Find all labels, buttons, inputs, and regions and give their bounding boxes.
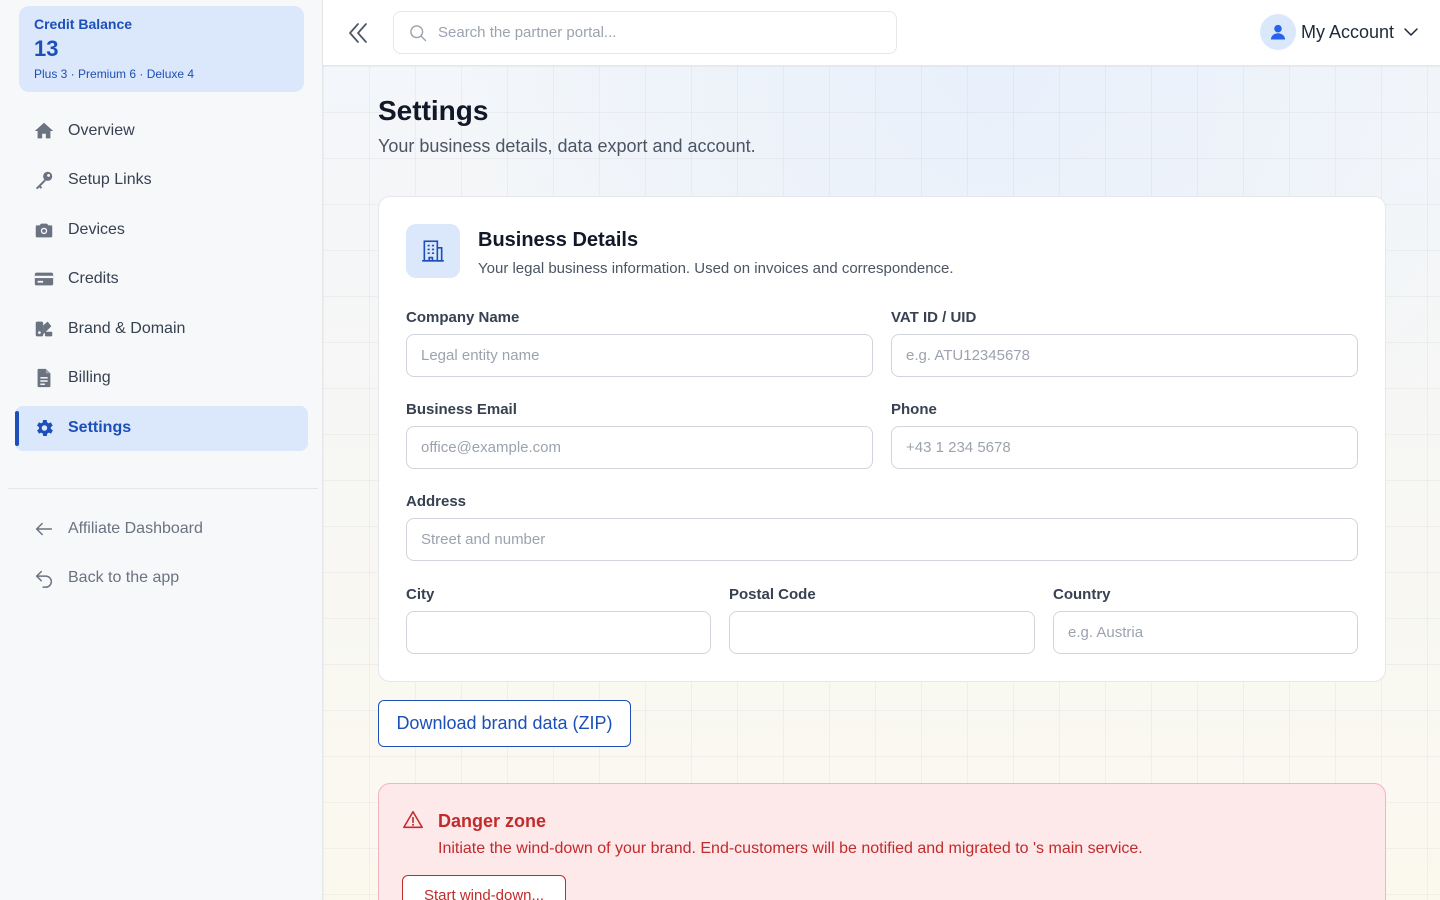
country-input[interactable] — [1053, 611, 1358, 654]
user-icon — [1270, 24, 1286, 40]
city-label: City — [406, 586, 435, 603]
sidebar-item-label: Devices — [68, 220, 125, 238]
main-content: Settings Your business details, data exp… — [323, 66, 1440, 900]
postal-code-input[interactable] — [729, 611, 1035, 654]
phone-label: Phone — [891, 401, 937, 418]
sidebar-item-label: Back to the app — [68, 569, 180, 587]
camera-icon — [33, 219, 55, 241]
warning-icon — [402, 809, 424, 836]
phone-input[interactable] — [891, 426, 1358, 469]
document-icon — [33, 367, 55, 389]
page-title: Settings — [378, 95, 489, 126]
company-name-input[interactable] — [406, 334, 873, 377]
home-icon — [33, 120, 55, 142]
vat-id-input[interactable] — [891, 334, 1358, 377]
vat-id-label: VAT ID / UID — [891, 309, 977, 326]
sidebar-item-devices[interactable]: Devices — [15, 207, 308, 252]
sidebar-item-label: Setup Links — [68, 171, 152, 189]
double-chevron-left-icon — [349, 23, 367, 43]
sidebar-secondary-nav: Affiliate Dashboard Back to the app — [0, 506, 323, 605]
danger-zone-title: Danger zone — [438, 811, 547, 831]
avatar — [1259, 14, 1296, 50]
download-brand-data-button[interactable]: Download brand data (ZIP) — [378, 700, 631, 747]
danger-zone-card: Danger zone Initiate the wind-down of yo… — [378, 783, 1386, 900]
page-subtitle: Your business details, data export and a… — [378, 136, 756, 156]
start-wind-down-button[interactable]: Start wind-down... — [402, 875, 566, 900]
search-box[interactable] — [393, 11, 897, 54]
sidebar-item-billing[interactable]: Billing — [15, 356, 308, 401]
sidebar-nav: Overview Setup Links Devices Credits Bra… — [0, 108, 323, 455]
sidebar-item-credits[interactable]: Credits — [15, 257, 308, 302]
sidebar-item-label: Settings — [68, 419, 132, 437]
account-label: My Account — [1300, 21, 1394, 42]
key-icon — [33, 169, 55, 191]
business-details-card: Business Details Your legal business inf… — [378, 196, 1386, 682]
sidebar-item-label: Brand & Domain — [68, 319, 186, 337]
sidebar-item-settings[interactable]: Settings — [15, 405, 308, 451]
sidebar-item-label: Overview — [68, 121, 135, 139]
return-icon — [33, 567, 55, 589]
country-label: Country — [1053, 586, 1111, 603]
sidebar-item-affiliate-dashboard[interactable]: Affiliate Dashboard — [15, 506, 308, 551]
account-menu[interactable]: My Account — [1259, 14, 1420, 50]
sidebar-item-label: Affiliate Dashboard — [68, 519, 203, 537]
sidebar-item-setup-links[interactable]: Setup Links — [15, 158, 308, 203]
address-input[interactable] — [406, 518, 1358, 561]
sidebar: Credit Balance 13 Plus 3 · Premium 6 · D… — [0, 0, 323, 900]
sidebar-item-label: Credits — [68, 270, 119, 288]
sidebar-divider — [8, 488, 318, 489]
business-email-label: Business Email — [406, 401, 517, 418]
sidebar-item-overview[interactable]: Overview — [15, 108, 308, 153]
credit-balance-card[interactable]: Credit Balance 13 Plus 3 · Premium 6 · D… — [19, 6, 304, 92]
sidebar-item-back-to-app[interactable]: Back to the app — [15, 556, 308, 601]
search-input[interactable] — [438, 24, 878, 41]
building-icon — [406, 224, 460, 278]
danger-zone-text: Initiate the wind-down of your brand. En… — [438, 840, 1143, 857]
sidebar-item-label: Billing — [68, 369, 111, 387]
search-icon — [410, 24, 427, 41]
collapse-sidebar-button[interactable] — [345, 20, 371, 46]
city-input[interactable] — [406, 611, 711, 654]
arrow-left-icon — [33, 518, 55, 540]
top-header: My Account — [323, 0, 1440, 66]
address-label: Address — [406, 493, 467, 510]
credit-card-icon — [33, 268, 55, 290]
brand-icon — [33, 318, 55, 340]
gear-icon — [33, 417, 55, 439]
company-name-label: Company Name — [406, 309, 520, 326]
business-email-input[interactable] — [406, 426, 873, 469]
credit-balance-value: 13 — [34, 36, 59, 61]
credit-balance-breakdown: Plus 3 · Premium 6 · Deluxe 4 — [34, 67, 195, 82]
chevron-down-icon — [1404, 28, 1418, 36]
card-subtitle: Your legal business information. Used on… — [478, 260, 954, 277]
postal-code-label: Postal Code — [729, 586, 816, 603]
sidebar-item-brand-domain[interactable]: Brand & Domain — [15, 306, 308, 351]
credit-balance-title: Credit Balance — [34, 16, 133, 32]
card-title: Business Details — [478, 229, 639, 251]
